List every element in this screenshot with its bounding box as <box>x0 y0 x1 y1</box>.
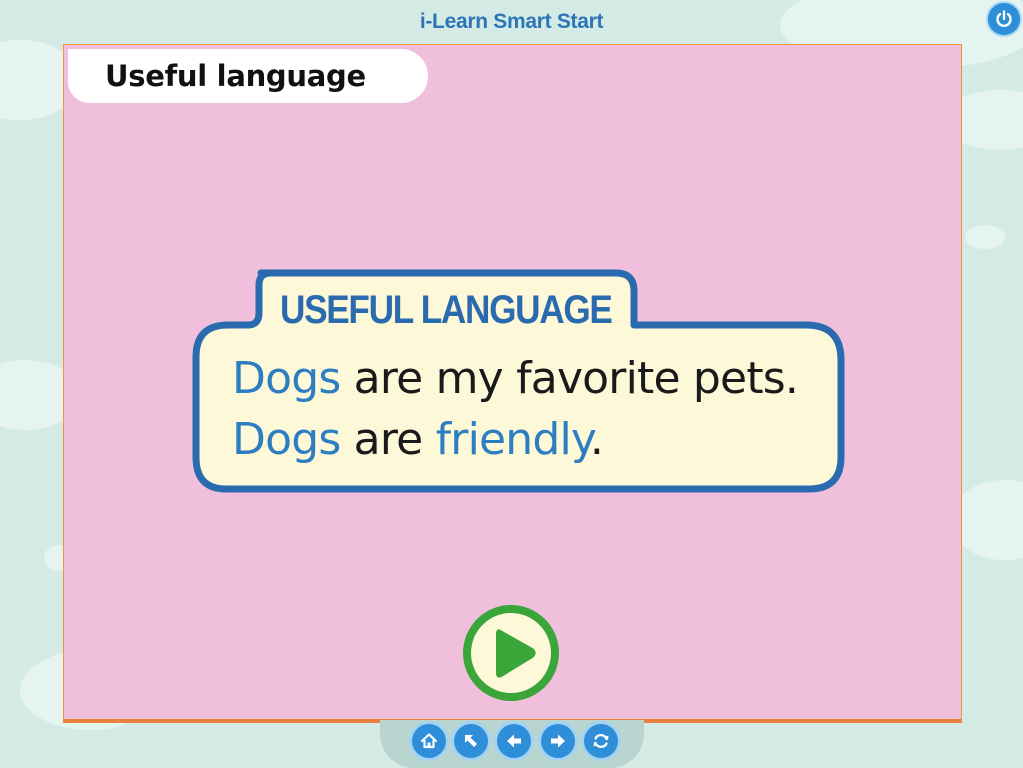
play-icon <box>463 605 559 701</box>
power-button[interactable] <box>988 3 1020 35</box>
previous-button[interactable] <box>497 724 531 758</box>
arrow-right-icon <box>551 734 565 748</box>
sentence-1-subject: Dogs <box>232 353 341 404</box>
section-title: Useful language <box>105 59 366 93</box>
sentence-1-rest: are my favorite pets. <box>340 353 799 404</box>
next-button[interactable] <box>541 724 575 758</box>
sentence-2-end: . <box>589 414 604 465</box>
app-title: i-Learn Smart Start <box>419 10 604 33</box>
background-cloud <box>965 225 1005 249</box>
sentence-2-subject: Dogs <box>232 414 341 465</box>
sentence-2-adjective: friendly <box>435 414 591 465</box>
home-button[interactable] <box>412 724 446 758</box>
arrow-left-icon <box>507 734 521 748</box>
power-icon <box>996 10 1012 28</box>
home-icon <box>420 733 438 749</box>
useful-language-tag: USEFUL LANGUAGE <box>280 288 613 332</box>
lesson-stage: Useful language USEFUL LANGUAGE Dogs are… <box>63 44 962 723</box>
section-header: Useful language <box>68 49 428 103</box>
sentence-line-1: Dogs are my favorite pets. <box>232 353 799 404</box>
back-to-start-button[interactable] <box>454 724 488 758</box>
sentence-line-2: Dogs are friendly. <box>232 414 604 465</box>
sentence-2-verb: are <box>340 414 436 465</box>
refresh-icon <box>593 734 609 748</box>
arrow-up-left-icon <box>465 735 477 747</box>
replay-button[interactable] <box>584 724 618 758</box>
play-button[interactable] <box>461 603 561 703</box>
